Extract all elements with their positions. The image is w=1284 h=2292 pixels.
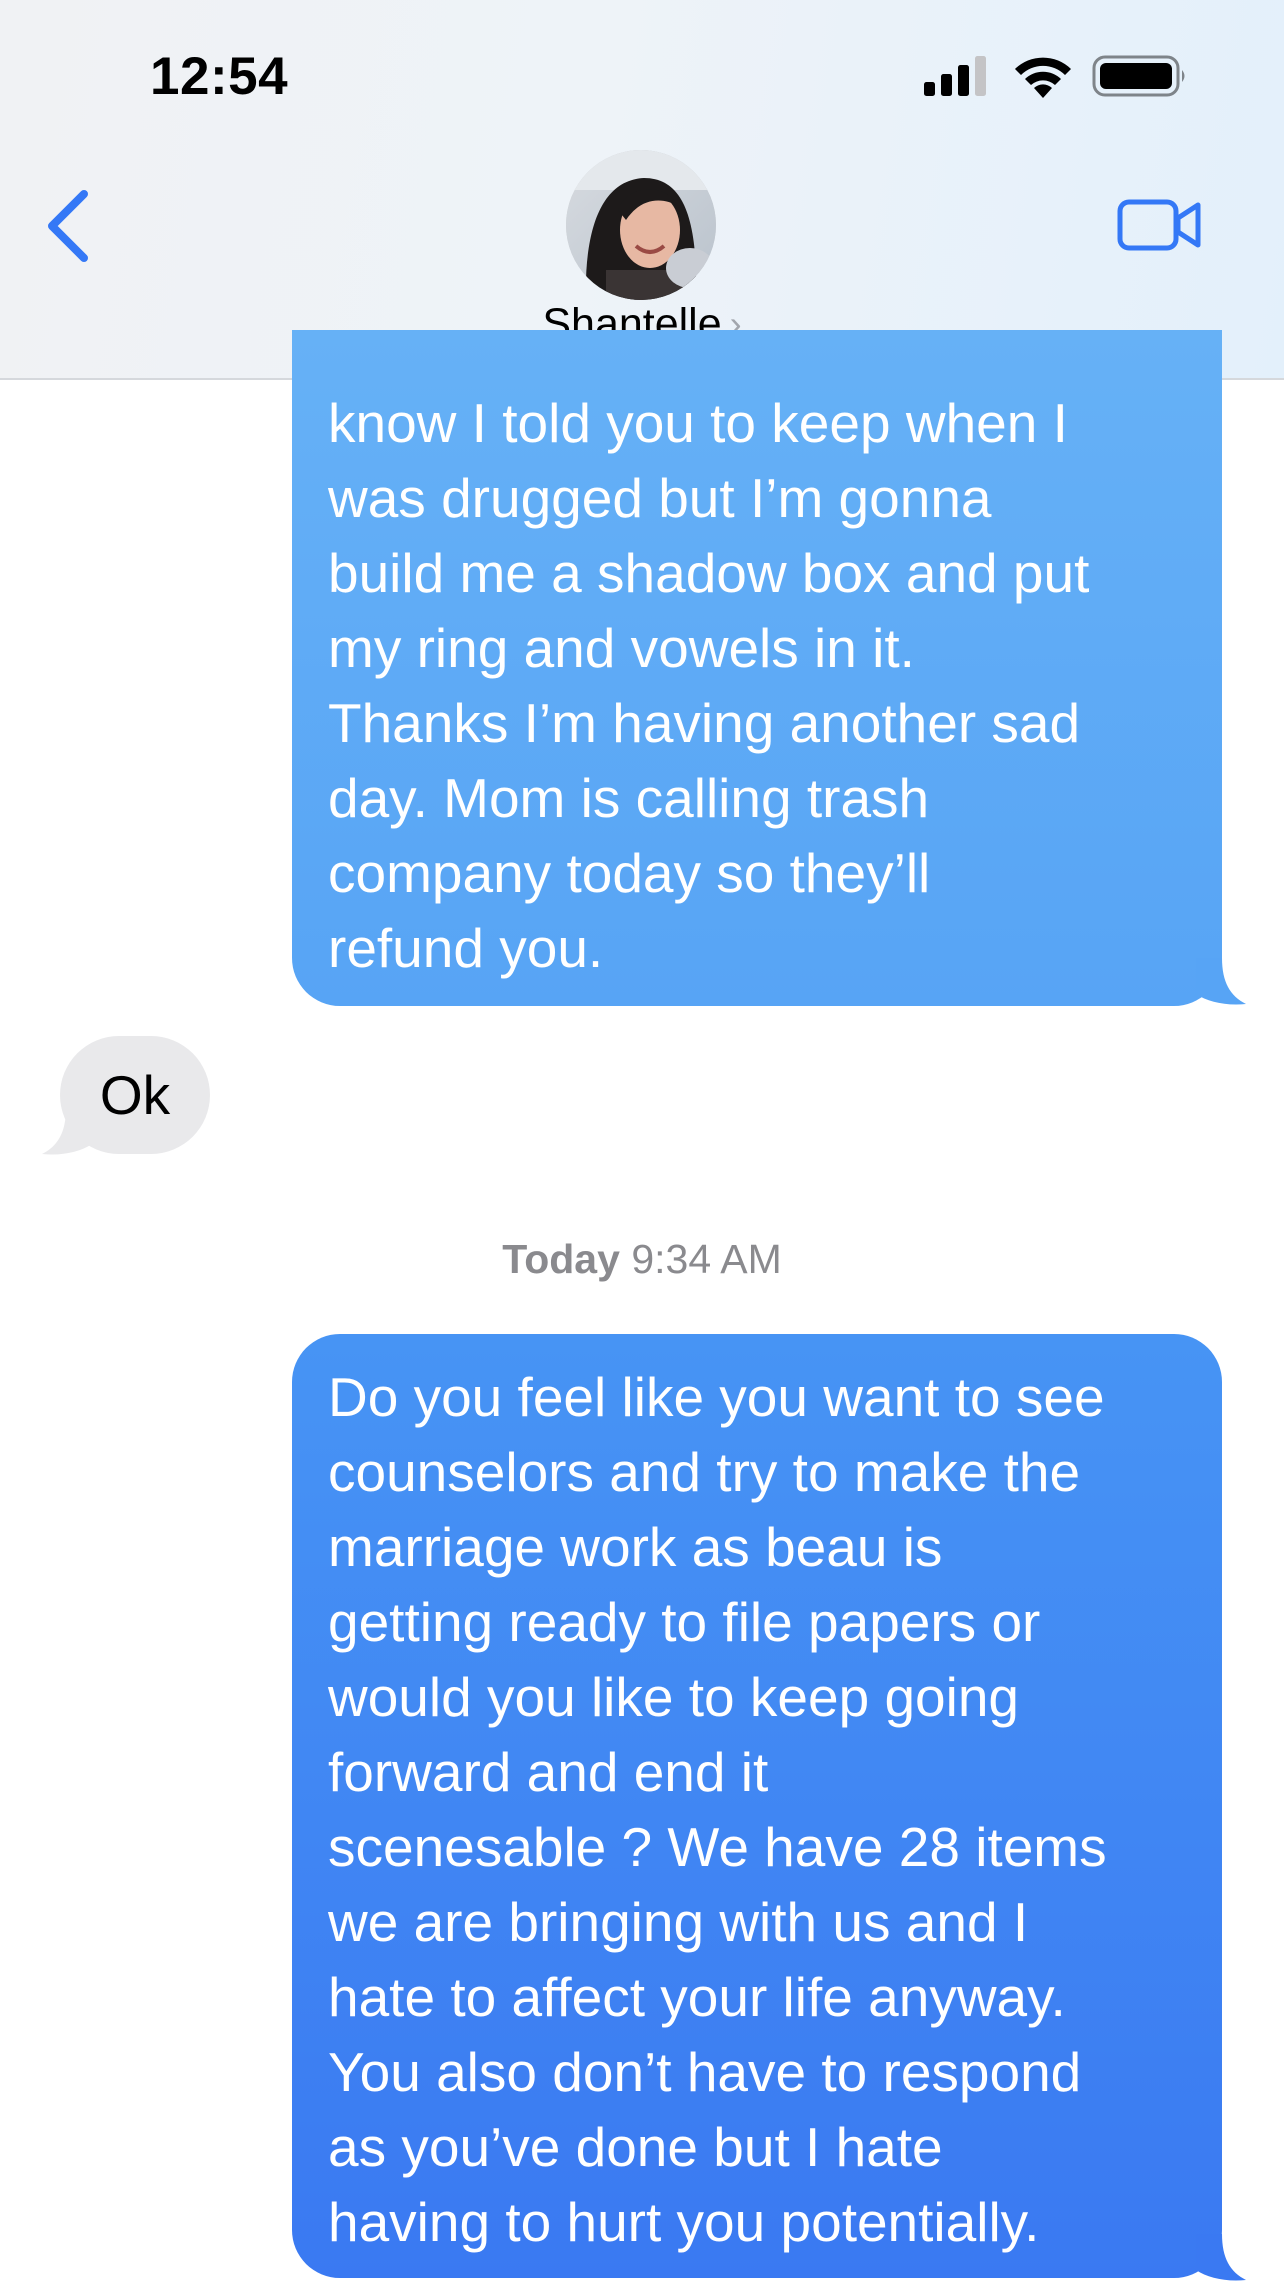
outgoing-bubble-tail (1196, 958, 1246, 1005)
wifi-icon (1015, 57, 1071, 98)
outgoing-message-bubble[interactable]: know I told you to keep when I was drugg… (292, 330, 1222, 1006)
video-call-button[interactable] (1116, 196, 1204, 254)
cellular-signal-icon (924, 56, 986, 96)
back-button[interactable] (40, 186, 100, 266)
message-timestamp: Today 9:34 AM (0, 1236, 1284, 1283)
incoming-message-bubble[interactable]: Ok (60, 1036, 210, 1154)
status-bar-time: 12:54 (150, 47, 289, 106)
contact-photo (566, 150, 716, 300)
battery-icon (1092, 55, 1185, 97)
contact-avatar[interactable] (566, 150, 716, 300)
timestamp-day: Today (502, 1236, 620, 1282)
timestamp-time: 9:34 AM (631, 1236, 782, 1282)
outgoing-bubble-tail (1196, 2234, 1246, 2281)
conversation-header: 12:54 Shantelle › (0, 0, 1284, 380)
outgoing-message-bubble[interactable]: Do you feel like you want to see counsel… (292, 1334, 1222, 2278)
